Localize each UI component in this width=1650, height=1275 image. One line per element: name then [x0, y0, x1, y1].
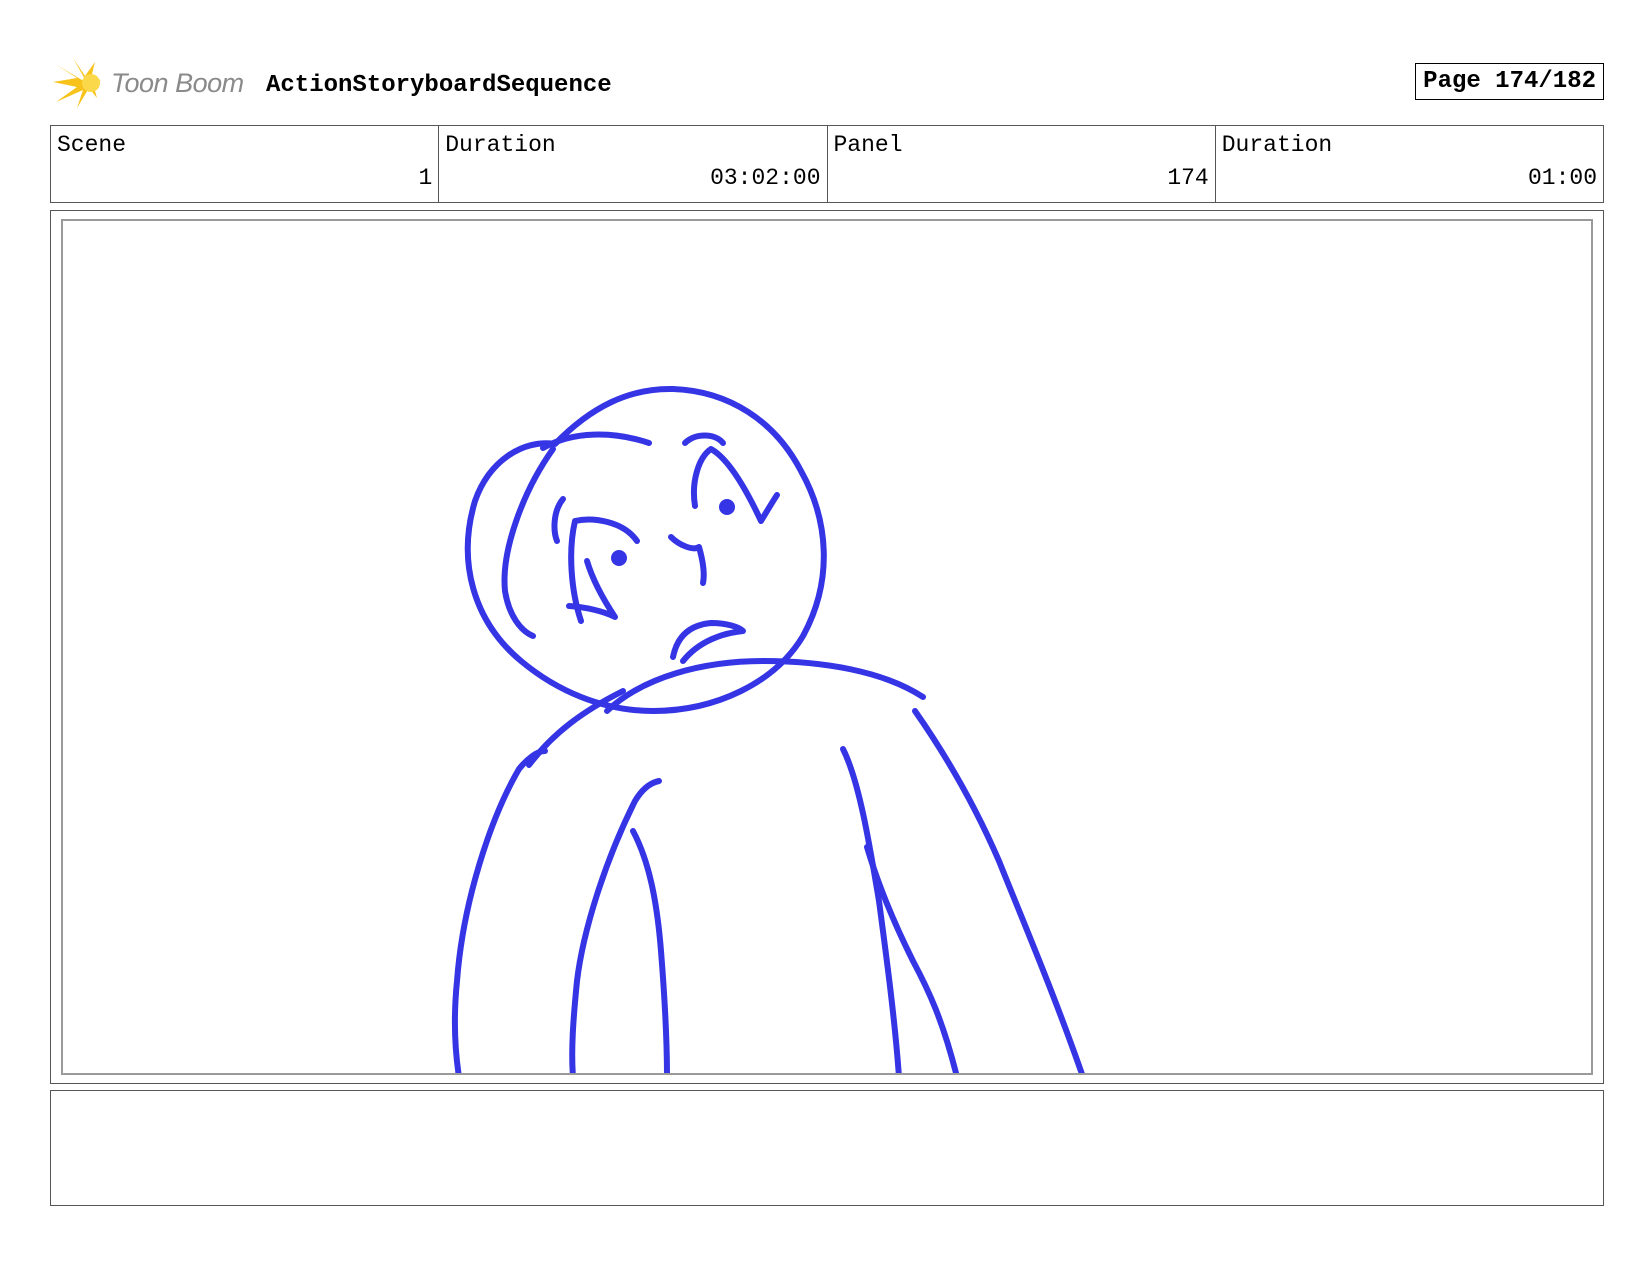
pupil-right [719, 499, 735, 515]
mouth [670, 620, 746, 664]
panel-notes-box [50, 1090, 1604, 1206]
character-sketch [451, 385, 1085, 1073]
panel-duration-label: Duration [1221, 132, 1333, 158]
logo-text: Toon Boom [111, 68, 244, 98]
torso-left [630, 828, 670, 1073]
scene-label: Scene [57, 132, 127, 158]
starburst-icon [53, 58, 101, 108]
brow-left [551, 496, 566, 544]
sequence-title: ActionStoryboardSequence [266, 72, 612, 99]
nose [668, 534, 707, 586]
scene-duration-value: 03:02:00 [710, 165, 821, 191]
face-side-line [501, 446, 556, 639]
panel-info-table: Scene 1 Duration 03:02:00 Panel 174 Dura… [50, 125, 1604, 203]
brow-right [682, 432, 726, 446]
torso-right-2 [864, 844, 960, 1073]
panel-value: 174 [1167, 165, 1209, 191]
panel-image-area [61, 219, 1593, 1075]
scene-value: 1 [418, 165, 433, 191]
left-arm [451, 748, 548, 1073]
page-header: Toon Boom ActionStoryboardSequence Page … [50, 58, 1604, 108]
storyboard-panel [50, 210, 1604, 1084]
panel-label: Panel [833, 132, 903, 158]
shoulder-left [604, 658, 926, 714]
inner-arm-left [569, 778, 662, 1073]
pupil-left [611, 550, 627, 566]
panel-cell: Panel 174 [828, 126, 1216, 202]
page-number: Page 174/182 [1415, 63, 1604, 100]
panel-duration-cell: Duration 01:00 [1216, 126, 1603, 202]
panel-duration-value: 01:00 [1527, 165, 1597, 191]
scene-duration-label: Duration [445, 132, 556, 158]
eye-right [691, 446, 780, 524]
scene-duration-cell: Duration 03:02:00 [439, 126, 828, 202]
toon-boom-logo: Toon Boom [53, 58, 253, 108]
scene-cell: Scene 1 [51, 126, 440, 202]
